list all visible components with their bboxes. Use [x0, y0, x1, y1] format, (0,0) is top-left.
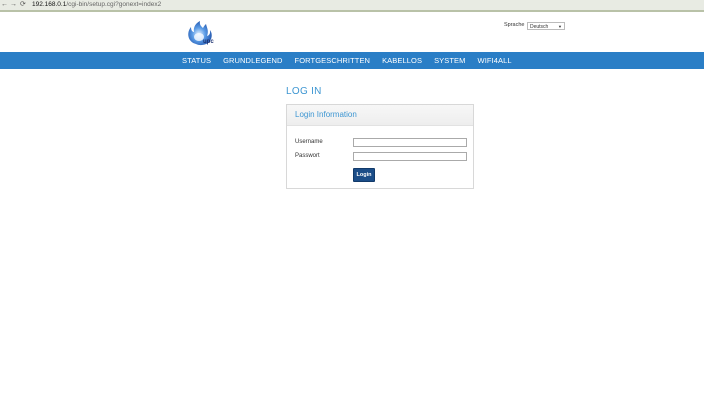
url-host: 192.168.0.1	[32, 1, 67, 8]
login-button[interactable]: Login	[353, 168, 375, 182]
upc-logo: upc	[186, 20, 216, 48]
nav-item-wifi4all[interactable]: WIFI4ALL	[478, 56, 512, 65]
browser-address-bar: ← → ⟳ 192.168.0.1/cgi-bin/setup.cgi?gone…	[0, 0, 704, 12]
password-label: Passwort	[295, 153, 320, 159]
username-field[interactable]	[353, 138, 467, 147]
main-nav-items: STATUS GRUNDLEGEND FORTGESCHRITTEN KABEL…	[182, 52, 524, 69]
logo-text: upc	[203, 39, 214, 45]
back-icon[interactable]: ←	[1, 0, 8, 10]
username-label: Username	[295, 139, 323, 145]
language-label: Sprache	[504, 22, 525, 28]
login-panel-title: Login Information	[295, 110, 357, 119]
main-nav-bar: STATUS GRUNDLEGEND FORTGESCHRITTEN KABEL…	[0, 52, 704, 69]
login-panel: Login Information Username Passwort Logi…	[286, 104, 474, 189]
url-path: /cgi-bin/setup.cgi?gonext=index2	[66, 1, 162, 8]
chevron-down-icon: ▼	[558, 24, 562, 29]
url-field[interactable]: 192.168.0.1/cgi-bin/setup.cgi?gonext=ind…	[32, 0, 161, 10]
nav-item-kabellos[interactable]: KABELLOS	[382, 56, 422, 65]
nav-item-grundlegend[interactable]: GRUNDLEGEND	[223, 56, 282, 65]
nav-item-status[interactable]: STATUS	[182, 56, 211, 65]
page-title: LOG IN	[286, 86, 322, 97]
language-select[interactable]: Deutsch ▼	[527, 22, 565, 30]
password-field[interactable]	[353, 152, 467, 161]
nav-item-system[interactable]: SYSTEM	[434, 56, 465, 65]
language-value: Deutsch	[530, 24, 549, 30]
reload-icon[interactable]: ⟳	[20, 0, 26, 10]
nav-item-fortgeschritten[interactable]: FORTGESCHRITTEN	[295, 56, 371, 65]
forward-icon[interactable]: →	[10, 0, 17, 10]
